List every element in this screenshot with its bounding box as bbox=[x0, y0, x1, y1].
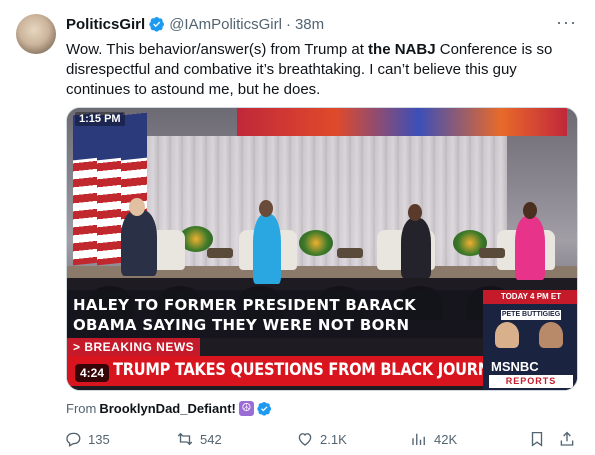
video-duration: 4:24 bbox=[75, 364, 110, 382]
share-button[interactable] bbox=[558, 430, 576, 448]
verified-badge-icon bbox=[257, 401, 271, 416]
views-button[interactable]: 42K bbox=[410, 430, 457, 448]
side-table bbox=[207, 248, 233, 258]
banner-text: TRUMP TAKES QUESTIONS FROM BLACK JOURNAL… bbox=[113, 360, 546, 380]
like-button[interactable]: 2.1K bbox=[296, 430, 347, 448]
moderator-figure bbox=[401, 218, 431, 278]
tweet-text-bold: the NABJ bbox=[368, 41, 436, 58]
video-attribution: From BrooklynDad_Defiant! ☮ bbox=[66, 401, 272, 416]
promo-time: TODAY 4 PM ET bbox=[483, 290, 577, 304]
plant bbox=[299, 230, 333, 256]
moderator-head bbox=[408, 204, 422, 221]
moderator-figure bbox=[253, 214, 281, 284]
views-count: 42K bbox=[434, 431, 458, 447]
attribution-user[interactable]: BrooklynDad_Defiant! bbox=[99, 401, 236, 416]
action-bar: 135 542 2.1K 42K bbox=[58, 426, 588, 452]
us-flag bbox=[97, 112, 123, 266]
avatar[interactable] bbox=[16, 14, 56, 54]
bookmark-icon bbox=[531, 431, 543, 447]
peace-emoji-icon: ☮ bbox=[238, 401, 254, 416]
network-name: MSNBC bbox=[491, 359, 539, 374]
tweet-text-before: Wow. This behavior/answer(s) from Trump … bbox=[66, 41, 369, 58]
side-table bbox=[479, 248, 505, 258]
network-logo: MSNBC REPORTS bbox=[483, 356, 577, 390]
us-flag bbox=[73, 112, 99, 266]
promo-face bbox=[495, 322, 519, 348]
repost-button[interactable]: 542 bbox=[176, 430, 222, 448]
speaker-figure bbox=[121, 210, 157, 276]
news-headline: HALEY TO FORMER PRESIDENT BARACK OBAMA S… bbox=[73, 296, 417, 334]
tweet-text: Wow. This behavior/answer(s) from Trump … bbox=[66, 40, 566, 100]
repost-count: 542 bbox=[200, 431, 222, 447]
attribution-prefix: From bbox=[66, 401, 97, 416]
views-icon bbox=[412, 433, 425, 445]
breaking-banner: TRUMP TAKES QUESTIONS FROM BLACK JOURNAL… bbox=[67, 356, 546, 386]
author-name[interactable]: PoliticsGirl bbox=[66, 16, 145, 33]
bookmark-button[interactable] bbox=[528, 430, 546, 448]
like-icon bbox=[298, 433, 312, 446]
post-time[interactable]: 38m bbox=[295, 16, 324, 33]
stage-curtain bbox=[147, 136, 507, 286]
more-icon[interactable]: ··· bbox=[556, 12, 577, 33]
reply-icon bbox=[66, 432, 81, 447]
separator-dot: · bbox=[285, 15, 291, 33]
news-lower-third: HALEY TO FORMER PRESIDENT BARACK OBAMA S… bbox=[67, 288, 577, 390]
video-player[interactable]: 1:15 PM HALEY TO FORMER PRESIDENT BARACK… bbox=[66, 107, 578, 391]
promo-name: PETE BUTTIGIEG bbox=[501, 310, 561, 320]
like-count: 2.1K bbox=[320, 431, 347, 447]
verified-badge-icon bbox=[149, 17, 165, 32]
reply-button[interactable]: 135 bbox=[64, 430, 110, 448]
side-table bbox=[337, 248, 363, 258]
speaker-head bbox=[129, 198, 145, 216]
stage-screen bbox=[237, 108, 567, 136]
tweet-header: PoliticsGirl @IAmPoliticsGirl · 38m bbox=[66, 14, 324, 34]
share-icon bbox=[560, 431, 574, 446]
headline-band: HALEY TO FORMER PRESIDENT BARACK OBAMA S… bbox=[67, 290, 483, 338]
network-sub: REPORTS bbox=[489, 375, 573, 388]
breaking-news-label: > BREAKING NEWS bbox=[67, 338, 201, 356]
promo-face bbox=[539, 322, 563, 348]
moderator-figure bbox=[515, 216, 545, 280]
author-handle[interactable]: @IAmPoliticsGirl bbox=[169, 16, 282, 33]
clock-overlay: 1:15 PM bbox=[75, 112, 125, 126]
moderator-head bbox=[259, 200, 273, 217]
reply-count: 135 bbox=[88, 431, 110, 447]
repost-icon bbox=[177, 432, 193, 446]
moderator-head bbox=[523, 202, 537, 219]
